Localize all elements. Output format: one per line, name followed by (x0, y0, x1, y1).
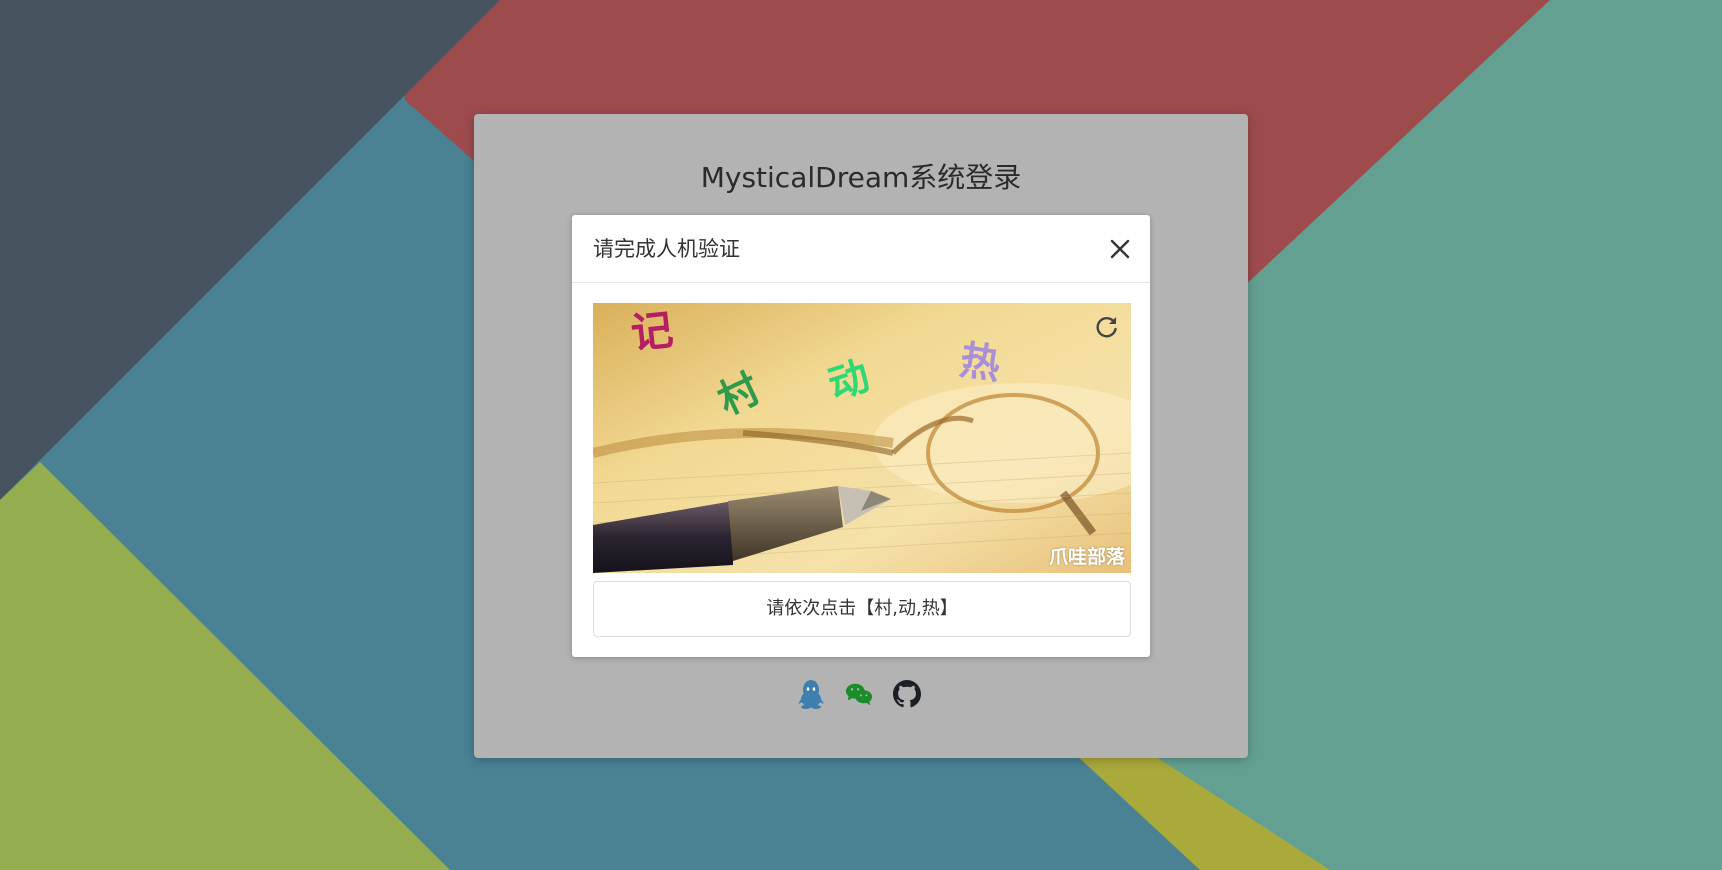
captcha-char[interactable]: 热 (957, 337, 1003, 388)
captcha-char[interactable]: 记 (629, 305, 676, 358)
github-login-button[interactable] (893, 678, 921, 710)
github-icon (893, 680, 921, 708)
page-title: MysticalDream系统登录 (700, 161, 1022, 194)
refresh-button[interactable] (1093, 313, 1121, 341)
refresh-icon (1096, 317, 1117, 338)
captcha-image[interactable]: 记 村 动 热 爪哇部落 (593, 303, 1131, 573)
close-icon (1110, 239, 1130, 259)
social-login-row (0, 678, 1722, 712)
qq-icon (798, 680, 824, 709)
qq-login-button[interactable] (797, 678, 825, 710)
captcha-dialog: 请完成人机验证 记 村 动 热 爪哇部落 请依次点击【村,动,热】 (572, 215, 1150, 657)
captcha-prompt: 请依次点击【村,动,热】 (593, 581, 1131, 637)
captcha-watermark: 爪哇部落 (1048, 546, 1125, 568)
wechat-login-button[interactable] (845, 678, 873, 710)
close-button[interactable] (1104, 233, 1136, 265)
dialog-header: 请完成人机验证 (572, 215, 1150, 283)
dialog-title: 请完成人机验证 (593, 237, 740, 261)
wechat-icon (845, 683, 873, 706)
